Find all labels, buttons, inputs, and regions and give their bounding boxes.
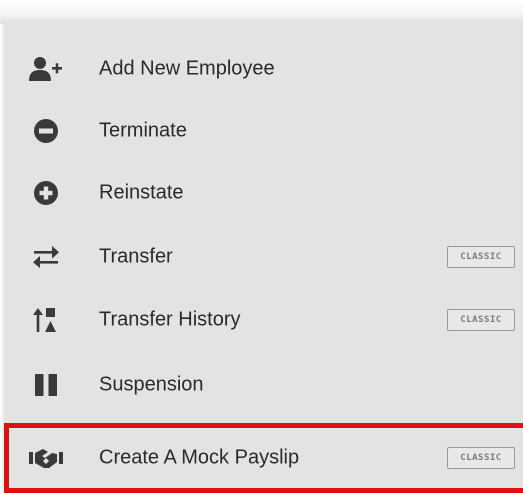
menu-item-create-mock-payslip[interactable]: Create A Mock Payslip CLASSIC (4, 427, 523, 489)
menu-item-label: Terminate (99, 119, 187, 142)
menu-item-label: Transfer (99, 245, 173, 268)
minus-circle-icon (28, 116, 64, 146)
classic-badge: CLASSIC (447, 246, 515, 268)
menu-item-label: Transfer History (99, 308, 241, 331)
classic-badge: CLASSIC (447, 447, 515, 469)
employee-actions-menu: Add New Employee Terminate Reinstate Tra… (4, 20, 523, 493)
pause-icon (28, 370, 64, 400)
menu-item-transfer-history[interactable]: Transfer History CLASSIC (4, 289, 523, 351)
menu-item-transfer[interactable]: Transfer CLASSIC (4, 226, 523, 288)
menu-item-suspension[interactable]: Suspension (4, 354, 523, 416)
handshake-icon (28, 443, 64, 473)
menu-item-label: Create A Mock Payslip (99, 446, 300, 469)
menu-item-label: Reinstate (99, 181, 184, 204)
add-user-icon (28, 54, 64, 84)
menu-item-add-new-employee[interactable]: Add New Employee (4, 38, 523, 100)
classic-badge: CLASSIC (447, 309, 515, 331)
menu-item-label: Suspension (99, 373, 204, 396)
transfer-history-icon (28, 305, 64, 335)
swap-arrows-icon (28, 242, 64, 272)
menu-item-terminate[interactable]: Terminate (4, 100, 523, 162)
menu-item-reinstate[interactable]: Reinstate (4, 162, 523, 224)
menu-item-label: Add New Employee (99, 57, 275, 80)
plus-circle-icon (28, 178, 64, 208)
